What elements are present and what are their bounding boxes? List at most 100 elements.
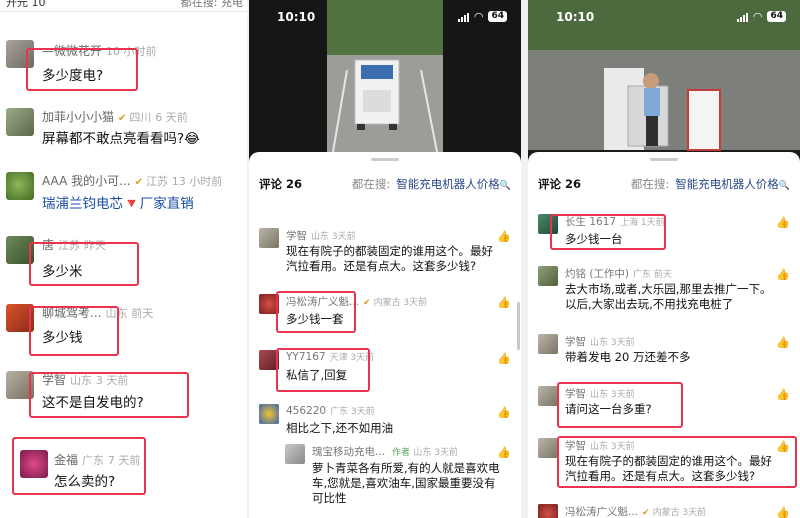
avatar[interactable] (538, 214, 558, 234)
comment-author[interactable]: 学智 (565, 440, 586, 452)
comment-text: 屏幕都不敢点亮看看吗?😂 (42, 131, 200, 147)
comment-author[interactable]: YY7167 (286, 351, 326, 363)
drag-handle[interactable] (650, 158, 678, 161)
comment-author[interactable]: 学智 (286, 230, 307, 242)
video-player[interactable]: 10:10 ◠ 64 (528, 0, 800, 162)
battery-icon: 64 (767, 11, 786, 22)
comment-text: 萝卜青菜各有所爱,有的人就是喜欢电车,您就是,喜欢油车,国家最重要没有可比性 (312, 461, 500, 505)
avatar[interactable] (6, 304, 34, 332)
comment-location: 天津 3天前 (329, 353, 375, 363)
comment-location: 四川 (129, 111, 152, 124)
badge-icon: ✔ (134, 177, 143, 188)
avatar[interactable] (20, 450, 48, 478)
search-icon: 🔍 (778, 181, 790, 191)
search-icon: 🔍 (499, 181, 511, 191)
comment-text: 去大市场,或者,大乐园,那里去推广一下。以后,大家出去玩,不用找充电桩了 (565, 282, 772, 311)
comment-location: 江苏 (58, 239, 81, 252)
comment-author[interactable]: 学智 (565, 336, 586, 348)
comment-text: 怎么卖的? (54, 474, 116, 490)
comment-author[interactable]: 学智 (565, 388, 586, 400)
comment-author[interactable]: 瑰宝移动充电... (312, 446, 385, 458)
author-tag: 作者 (392, 448, 411, 458)
top-search-bar[interactable]: 开元 10 都在搜: 充电 (0, 0, 247, 12)
comment-author[interactable]: 加菲小小小猫 (42, 110, 114, 124)
scrollbar[interactable] (517, 302, 520, 350)
avatar[interactable] (285, 444, 305, 464)
like-icon[interactable]: 👍 (497, 406, 511, 419)
comment-location: 山东 (70, 374, 93, 387)
comment-author[interactable]: 长生 1617 (565, 216, 616, 228)
comment-author[interactable]: 唐 (42, 238, 54, 252)
comment-text: 这不是自发电的? (42, 395, 144, 411)
drag-handle[interactable] (371, 158, 399, 161)
comment-author[interactable]: AAA 我的小可... (42, 174, 131, 188)
search-label: 都在搜: (630, 177, 670, 191)
search-suggestion[interactable]: 都在搜: 智能充电机器人价格🔍 (352, 176, 511, 192)
search-suggestion[interactable]: 都在搜: 智能充电机器人价格🔍 (631, 176, 790, 192)
avatar[interactable] (538, 504, 558, 518)
battery-icon: 64 (488, 11, 507, 22)
comment-header: 评论 26 都在搜: 智能充电机器人价格🔍 (538, 176, 790, 192)
comment-author[interactable]: 456220 (286, 405, 326, 417)
comment-time: 6 天前 (155, 111, 188, 124)
status-time: 10:10 (277, 10, 316, 24)
comment-sheet: 评论 26 都在搜: 智能充电机器人价格🔍 长生 1617 上海 1天前 多少钱一台… (528, 152, 800, 518)
comment-time: 7 天前 (107, 454, 141, 467)
topbar-search-hint[interactable]: 都在搜: 充电 (181, 0, 243, 10)
avatar[interactable] (259, 294, 279, 314)
avatar[interactable] (6, 172, 34, 200)
comment-location: 上海 1天前 (620, 218, 665, 228)
avatar[interactable] (538, 386, 558, 406)
like-icon[interactable]: 👍 (776, 268, 790, 281)
comment-author[interactable]: —微微花开 (42, 44, 102, 58)
comment-text: 多少度电? (42, 68, 104, 84)
comment-text: 现在有院子的都装固定的谁用这个。最好汽拉看用。还是有点大。这套多少钱? (565, 454, 772, 483)
comment-text: 私信了,回复 (286, 368, 348, 382)
like-icon[interactable]: 👍 (497, 296, 511, 309)
comment-text: 请问这一台多重? (565, 402, 652, 416)
comment-author[interactable]: 金福 (54, 453, 78, 467)
like-icon[interactable]: 👍 (497, 230, 511, 243)
avatar[interactable] (259, 350, 279, 370)
comment-location: 山东 3天前 (590, 338, 635, 348)
comment-time: 前天 (131, 307, 154, 320)
comment-text: 瑞浦兰钧电芯🔻厂家直销 (42, 196, 194, 212)
like-icon[interactable]: 👍 (776, 336, 790, 349)
video-player[interactable]: 10:10 ◠ 64 (249, 0, 521, 162)
like-icon[interactable]: 👍 (497, 446, 511, 459)
comment-author[interactable]: 聊城驾考... (42, 306, 101, 320)
avatar[interactable] (6, 236, 34, 264)
avatar[interactable] (538, 438, 558, 458)
like-icon[interactable]: 👍 (497, 352, 511, 365)
search-keyword[interactable]: 智能充电机器人价格 (675, 177, 779, 191)
signal-icon (457, 12, 469, 22)
avatar[interactable] (538, 266, 558, 286)
comment-location: 山东 3天前 (311, 232, 356, 242)
avatar[interactable] (6, 108, 34, 136)
comment-author[interactable]: 灼铭 (工作中) (565, 268, 629, 280)
avatar[interactable] (259, 404, 279, 424)
comment-location: 广东 (82, 454, 105, 467)
comment-panel-right: 10:10 ◠ 64 评论 26 都在搜: 智能充电机器人价格🔍 长生 1617 上… (528, 0, 800, 518)
like-icon[interactable]: 👍 (776, 440, 790, 453)
comment-author[interactable]: 冯松涛广义魁... (565, 506, 638, 518)
search-label: 都在搜: (351, 177, 391, 191)
comment-panel-middle: 10:10 ◠ 64 评论 26 都在搜: 智能充电机器人价格🔍 学智 山东 3天前… (249, 0, 521, 518)
like-icon[interactable]: 👍 (776, 506, 790, 518)
search-keyword[interactable]: 智能充电机器人价格 (396, 177, 500, 191)
avatar[interactable] (6, 371, 34, 399)
status-bar: 10:10 ◠ 64 (528, 10, 800, 26)
comment-time: 昨天 (83, 239, 106, 252)
comment-location: 山东 3天前 (413, 448, 458, 458)
avatar[interactable] (6, 40, 34, 68)
panel-divider (521, 0, 528, 518)
like-icon[interactable]: 👍 (776, 388, 790, 401)
avatar[interactable] (538, 334, 558, 354)
like-icon[interactable]: 👍 (776, 216, 790, 229)
comment-author[interactable]: 冯松涛广义魁... (286, 296, 359, 308)
badge-icon: ✔ (642, 508, 650, 518)
comment-author[interactable]: 学智 (42, 373, 66, 387)
comment-text: 多少钱一台 (565, 232, 623, 246)
avatar[interactable] (259, 228, 279, 248)
comment-text: 多少米 (42, 264, 83, 280)
